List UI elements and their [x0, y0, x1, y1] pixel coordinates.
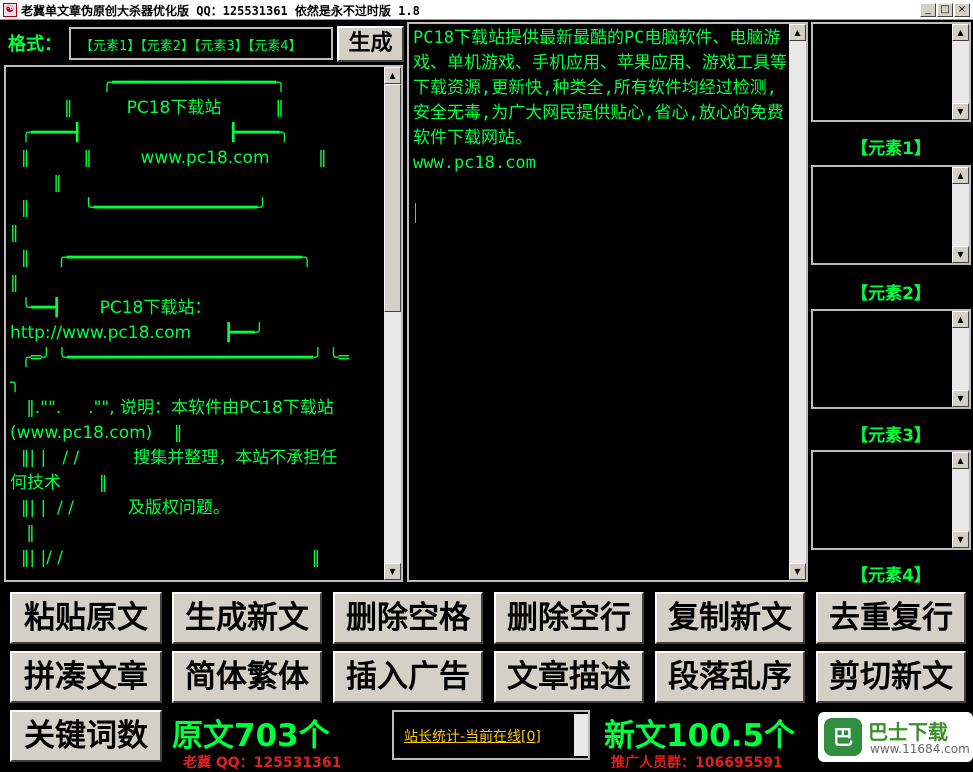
bus-logo-icon: 巴 [824, 718, 862, 756]
scroll-thumb[interactable] [384, 84, 401, 312]
element4-input[interactable]: ▲ ▼ [811, 450, 971, 550]
element1-label: 【元素1】 [851, 139, 931, 159]
article-description-button[interactable]: 文章描述 [494, 651, 644, 703]
element3-scrollbar[interactable]: ▲ ▼ [952, 311, 969, 407]
dedupe-lines-button[interactable]: 去重复行 [816, 592, 966, 644]
author-qq: 老冀 QQ：125531361 [183, 755, 342, 771]
scroll-up-arrow-icon[interactable]: ▲ [384, 67, 401, 84]
watermark-logo: 巴 巴士下载 www.11684.com [818, 712, 973, 762]
stats-link[interactable]: 站长统计-当前在线[0] [404, 726, 541, 746]
format-input[interactable]: 【元素1】【元素2】【元素3】【元素4】 [69, 27, 333, 60]
app-icon: ☯ [3, 3, 17, 17]
source-scrollbar[interactable]: ▲ ▼ [384, 67, 401, 580]
scroll-down-arrow-icon[interactable]: ▼ [952, 246, 969, 263]
scroll-up-arrow-icon[interactable]: ▲ [789, 24, 806, 41]
source-text-area[interactable]: ╭━━━━━━━━━━━━━━━━╮ ‖ PC18下载站 ‖ ╭━━━━┫ ┣━… [4, 65, 403, 582]
element3-label: 【元素3】 [851, 426, 931, 446]
watermark-url: www.11684.com [870, 742, 970, 756]
scroll-down-arrow-icon[interactable]: ▼ [384, 563, 401, 580]
watermark-title: 巴士下载 [868, 720, 948, 744]
stats-scrollbar[interactable] [574, 714, 588, 756]
new-count: 新文100.5个 [604, 718, 796, 754]
cut-new-button[interactable]: 剪切新文 [816, 651, 966, 703]
keyword-count-button[interactable]: 关键词数 [10, 710, 162, 762]
minimize-button[interactable]: _ [920, 3, 936, 17]
generate-new-button[interactable]: 生成新文 [172, 592, 322, 644]
scroll-up-arrow-icon[interactable]: ▲ [952, 452, 969, 469]
element4-label: 【元素4】 [851, 566, 931, 586]
element3-input[interactable]: ▲ ▼ [811, 309, 971, 409]
window-title: 老冀单文章伪原创大杀器优化版 QQ：125531361 依然是永不过时版 1.8 [21, 4, 420, 18]
simplified-traditional-button[interactable]: 简体繁体 [172, 651, 322, 703]
scroll-down-arrow-icon[interactable]: ▼ [789, 563, 806, 580]
scroll-down-arrow-icon[interactable]: ▼ [952, 390, 969, 407]
original-count: 原文703个 [172, 718, 330, 754]
scroll-up-arrow-icon[interactable]: ▲ [952, 24, 969, 41]
format-template-text: 【元素1】【元素2】【元素3】【元素4】 [80, 39, 302, 54]
new-text-scrollbar[interactable]: ▲ ▼ [789, 24, 806, 580]
combine-article-button[interactable]: 拼凑文章 [10, 651, 162, 703]
element1-scrollbar[interactable]: ▲ ▼ [952, 24, 969, 120]
scroll-up-arrow-icon[interactable]: ▲ [952, 311, 969, 328]
new-text-area[interactable]: PC18下载站提供最新最酷的PC电脑软件、电脑游戏、单机游戏、手机应用、苹果应用… [407, 22, 808, 582]
source-text: ╭━━━━━━━━━━━━━━━━╮ ‖ PC18下载站 ‖ ╭━━━━┫ ┣━… [10, 73, 349, 568]
copy-new-button[interactable]: 复制新文 [655, 592, 805, 644]
close-button[interactable]: × [954, 3, 970, 17]
element2-label: 【元素2】 [851, 284, 931, 304]
element1-input[interactable]: ▲ ▼ [811, 22, 971, 122]
new-text: PC18下载站提供最新最酷的PC电脑软件、电脑游戏、单机游戏、手机应用、苹果应用… [413, 28, 787, 173]
element2-input[interactable]: ▲ ▼ [811, 165, 971, 265]
remove-blank-lines-button[interactable]: 删除空行 [494, 592, 644, 644]
shuffle-paragraphs-button[interactable]: 段落乱序 [655, 651, 805, 703]
remove-spaces-button[interactable]: 删除空格 [333, 592, 483, 644]
scroll-down-arrow-icon[interactable]: ▼ [952, 531, 969, 548]
format-label: 格式： [8, 34, 62, 55]
title-bar: ☯ 老冀单文章伪原创大杀器优化版 QQ：125531361 依然是永不过时版 1… [0, 0, 973, 20]
element4-scrollbar[interactable]: ▲ ▼ [952, 452, 969, 548]
stats-panel: 站长统计-当前在线[0] [392, 710, 590, 760]
promoter-group: 推广人员群：106695591 [611, 755, 783, 771]
paste-original-button[interactable]: 粘贴原文 [10, 592, 162, 644]
text-caret [415, 203, 416, 223]
insert-ad-button[interactable]: 插入广告 [333, 651, 483, 703]
scroll-up-arrow-icon[interactable]: ▲ [952, 167, 969, 184]
generate-button[interactable]: 生成 [337, 26, 404, 62]
element2-scrollbar[interactable]: ▲ ▼ [952, 167, 969, 263]
scroll-down-arrow-icon[interactable]: ▼ [952, 103, 969, 120]
maximize-button[interactable]: □ [937, 3, 953, 17]
